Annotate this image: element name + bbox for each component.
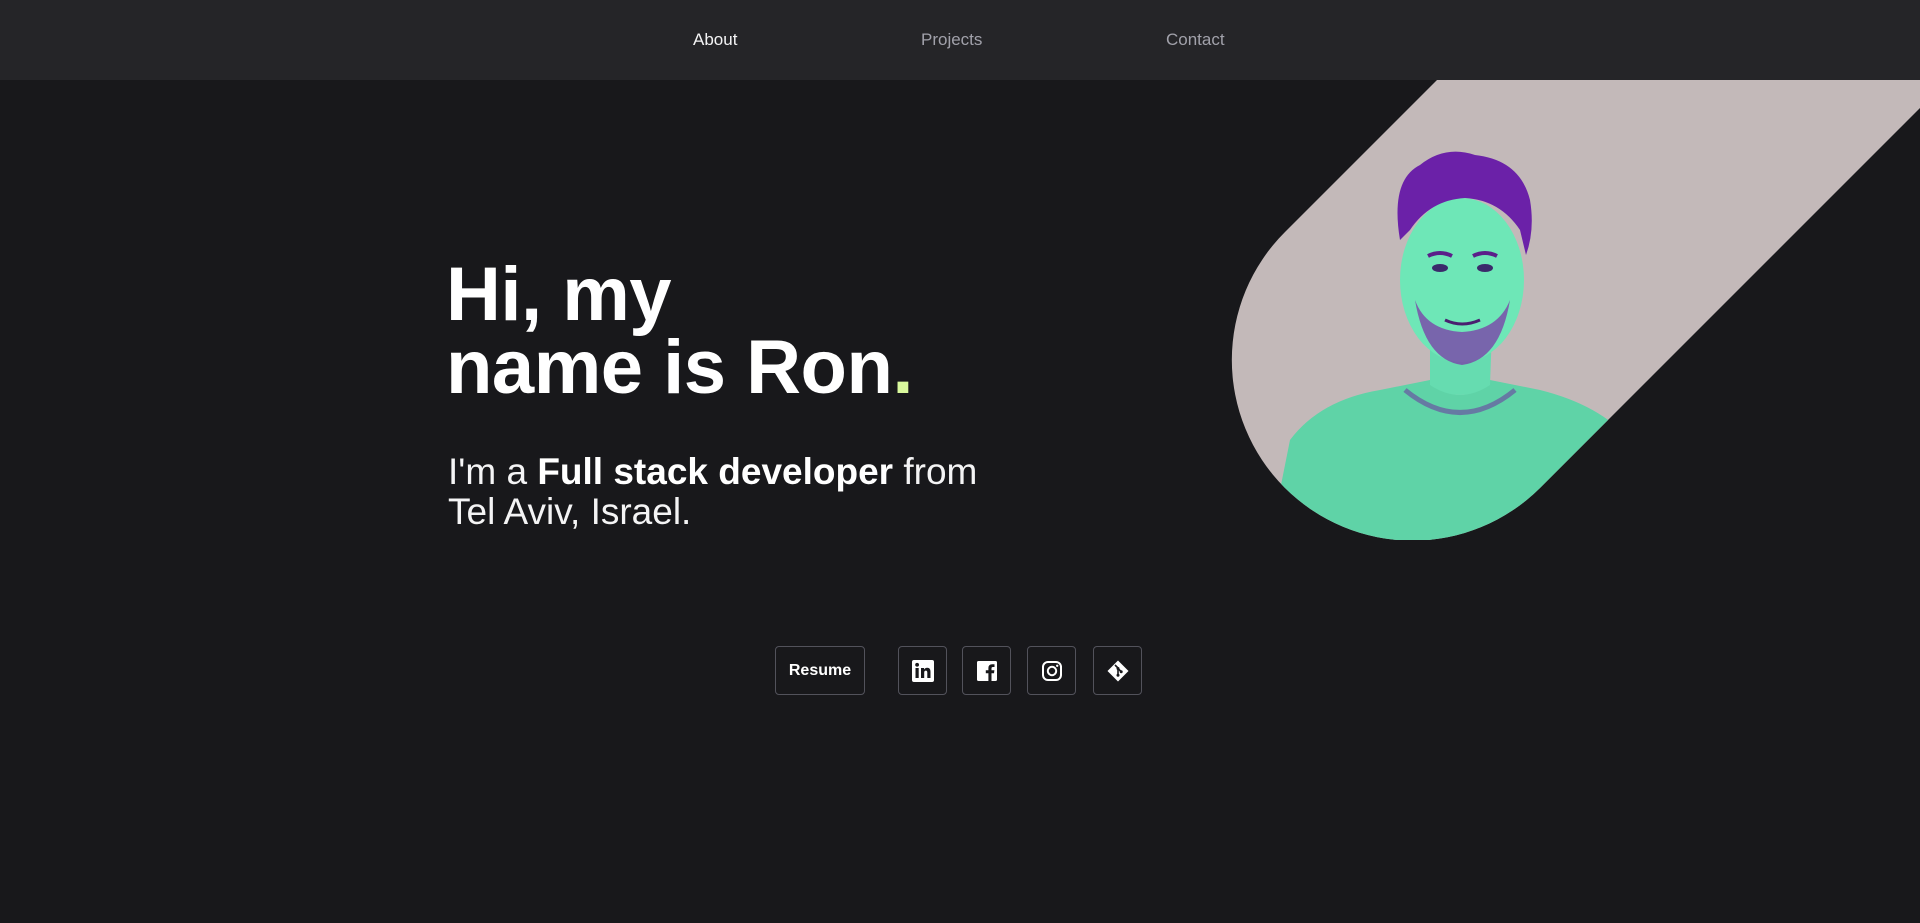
nav-link-contact[interactable]: Contact — [1166, 30, 1225, 50]
nav-link-about[interactable]: About — [693, 30, 737, 50]
facebook-icon — [976, 660, 997, 681]
accent-dot: . — [892, 325, 914, 410]
nav-link-projects[interactable]: Projects — [921, 30, 982, 50]
subtitle-location: Tel Aviv, Israel. — [448, 491, 692, 532]
portrait-image — [1231, 80, 1920, 540]
linkedin-icon — [911, 659, 934, 682]
linkedin-link[interactable] — [898, 646, 947, 695]
top-nav: About Projects Contact — [0, 0, 1920, 80]
instagram-link[interactable] — [1027, 646, 1076, 695]
git-link[interactable] — [1093, 646, 1142, 695]
hero-subtitle: I'm a Full stack developer from Tel Aviv… — [448, 452, 1008, 532]
instagram-icon — [1041, 660, 1062, 681]
hero-title: Hi, my name is Ron. — [446, 257, 914, 406]
subtitle-prefix: I'm a — [448, 451, 538, 492]
hero-title-line2: name is Ron — [446, 325, 893, 410]
subtitle-suffix: from — [893, 451, 978, 492]
subtitle-role: Full stack developer — [537, 451, 894, 492]
resume-button[interactable]: Resume — [775, 646, 865, 695]
portrait-graphic — [1230, 80, 1920, 540]
git-icon — [1107, 660, 1128, 681]
facebook-link[interactable] — [962, 646, 1011, 695]
